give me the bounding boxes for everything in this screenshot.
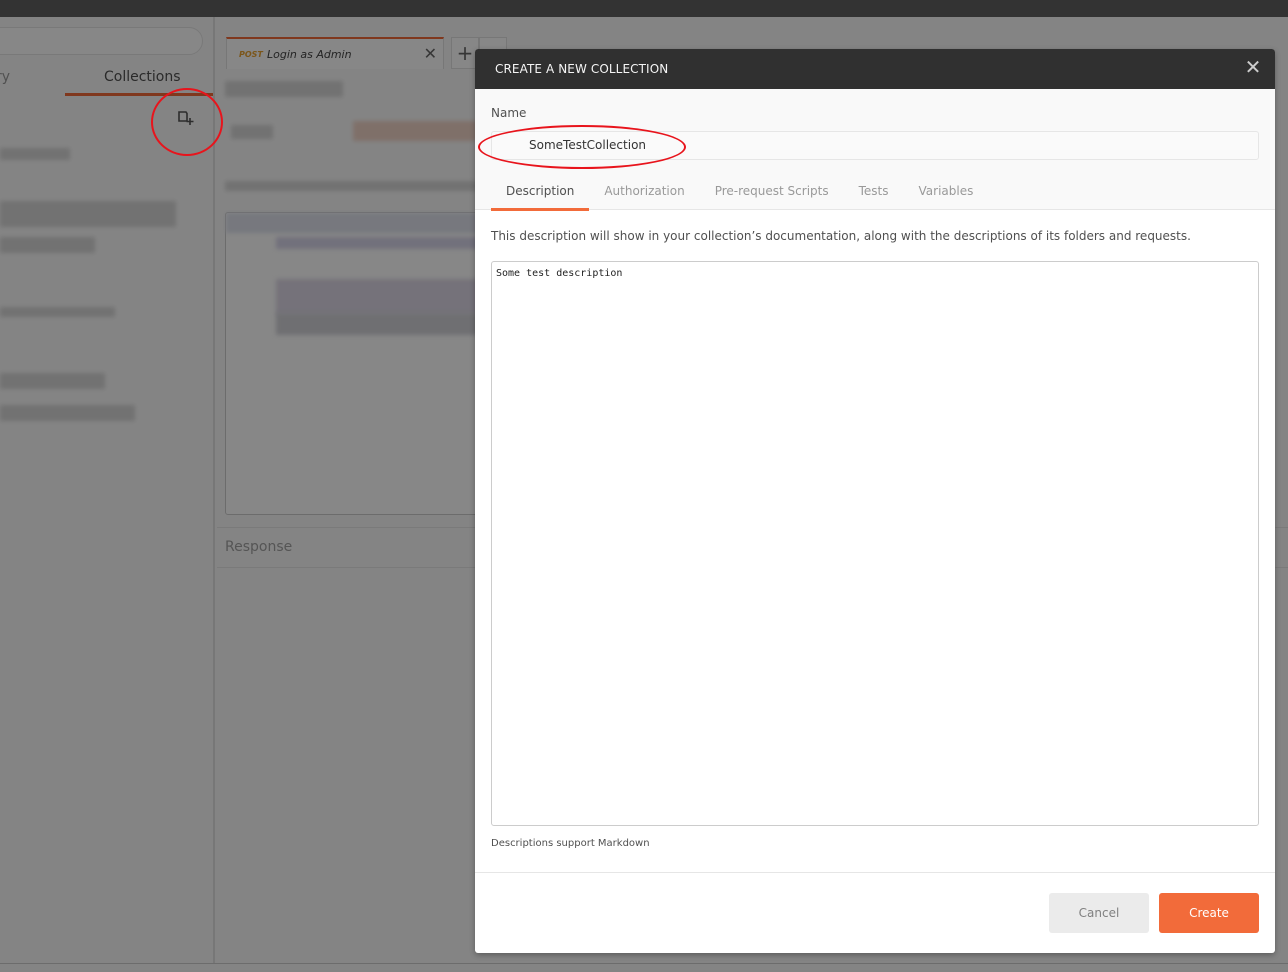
create-button[interactable]: Create [1159,893,1259,933]
tab-description[interactable]: Description [491,183,590,211]
top-toolbar-dark [0,0,1288,17]
create-collection-modal: CREATE A NEW COLLECTION ✕ Name SomeTestC… [475,49,1275,953]
tab-tests[interactable]: Tests [844,183,904,210]
divider [475,872,1275,873]
close-icon[interactable]: ✕ [1243,57,1263,77]
modal-title: CREATE A NEW COLLECTION [495,62,669,76]
cancel-button[interactable]: Cancel [1049,893,1149,933]
name-label: Name [491,106,527,120]
tab-pre-request-scripts[interactable]: Pre-request Scripts [700,183,844,210]
description-textarea[interactable]: Some test description [491,261,1259,826]
collection-name-input[interactable]: SomeTestCollection [491,131,1259,160]
modal-tabs: Description Authorization Pre-request Sc… [491,183,989,211]
markdown-note: Descriptions support Markdown [491,838,650,849]
tab-authorization[interactable]: Authorization [589,183,699,210]
modal-header: CREATE A NEW COLLECTION ✕ [475,49,1275,89]
description-help-text: This description will show in your colle… [491,229,1191,243]
modal-name-section: Name SomeTestCollection Description Auth… [475,89,1275,211]
tab-variables[interactable]: Variables [904,183,989,210]
